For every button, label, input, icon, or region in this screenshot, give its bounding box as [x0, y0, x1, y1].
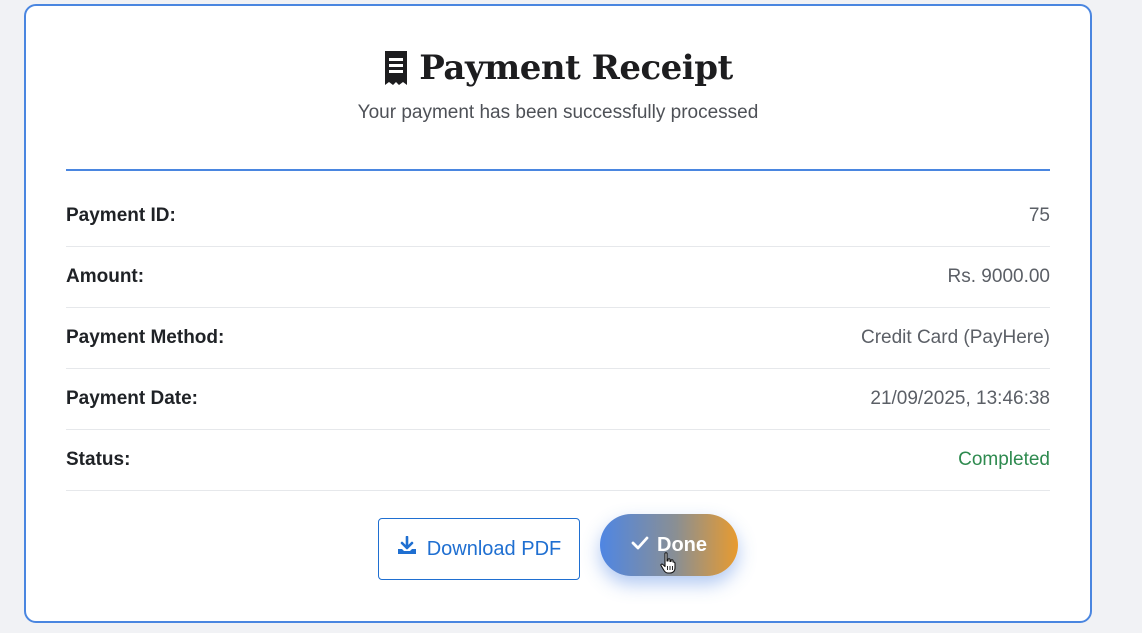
action-bar: Download PDF Done — [26, 514, 1090, 580]
detail-row-payment-id: Payment ID: 75 — [66, 186, 1050, 247]
download-icon — [397, 535, 417, 562]
download-pdf-button[interactable]: Download PDF — [378, 518, 580, 580]
receipt-icon — [383, 51, 409, 85]
title-row: Payment Receipt — [26, 48, 1090, 88]
detail-label: Payment ID: — [66, 205, 176, 226]
detail-label: Amount: — [66, 266, 145, 287]
page-subtitle: Your payment has been successfully proce… — [357, 102, 759, 123]
download-label: Download PDF — [426, 537, 562, 560]
detail-value: 75 — [1028, 205, 1050, 226]
details-list: Payment ID: 75 Amount: Rs. 9000.00 Payme… — [66, 186, 1050, 491]
header-divider — [66, 169, 1050, 171]
status-value: Completed — [958, 449, 1050, 470]
detail-row-amount: Amount: Rs. 9000.00 — [66, 247, 1050, 308]
detail-row-status: Status: Completed — [66, 430, 1050, 491]
done-button[interactable]: Done — [600, 514, 738, 576]
detail-value: 21/09/2025, 13:46:38 — [870, 388, 1050, 409]
check-icon — [631, 534, 649, 557]
detail-label: Payment Method: — [66, 327, 225, 348]
detail-row-payment-method: Payment Method: Credit Card (PayHere) — [66, 308, 1050, 369]
detail-label: Status: — [66, 449, 131, 470]
detail-value: Credit Card (PayHere) — [861, 327, 1050, 348]
receipt-card: Payment Receipt Your payment has been su… — [24, 4, 1092, 623]
detail-value: Rs. 9000.00 — [947, 266, 1050, 287]
detail-row-payment-date: Payment Date: 21/09/2025, 13:46:38 — [66, 369, 1050, 430]
receipt-header: Payment Receipt Your payment has been su… — [26, 48, 1090, 124]
detail-label: Payment Date: — [66, 388, 198, 409]
page-title: Payment Receipt — [419, 48, 733, 88]
hand-cursor-icon — [660, 552, 676, 574]
